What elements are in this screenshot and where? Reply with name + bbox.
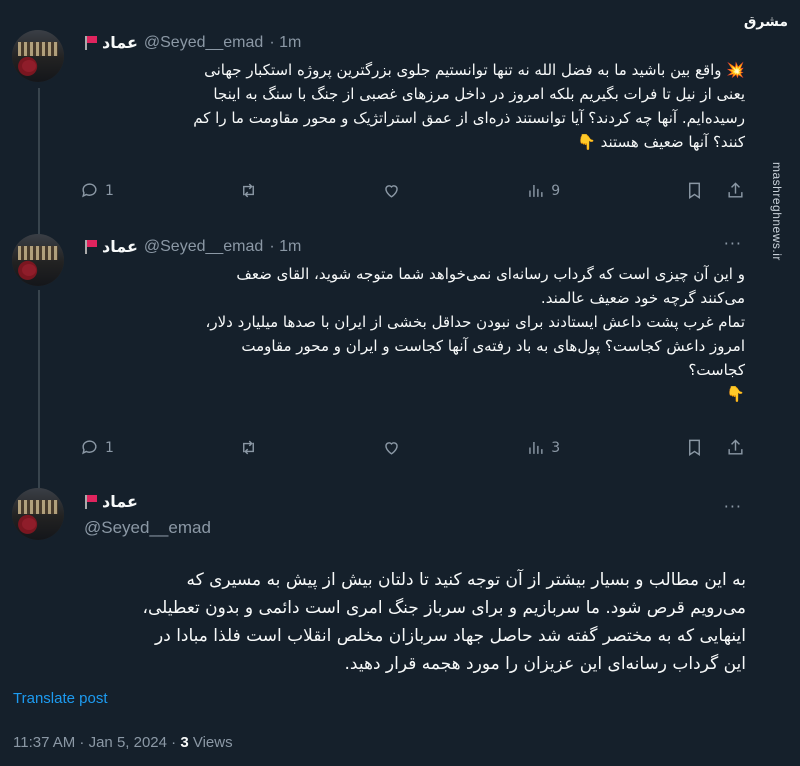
bookmark-icon [689, 439, 700, 456]
watermark: مشرق mashreghnews.ir [744, 0, 794, 766]
author-name[interactable]: عماد [102, 237, 138, 256]
like-icon [385, 185, 399, 198]
translate-link[interactable]: Translate post [13, 690, 108, 707]
author-handle[interactable]: @Seyed__emad [144, 238, 263, 256]
tweet-time[interactable]: · 1m [269, 238, 301, 256]
bookmark-button[interactable] [685, 181, 745, 200]
tweet-meta: 11:37 AM · Jan 5, 2024 · 3 Views [13, 734, 233, 751]
reply-icon [82, 440, 97, 455]
views-icon [529, 184, 543, 197]
share-icon[interactable] [726, 438, 745, 457]
views-icon [529, 441, 543, 454]
views-count: 3 [551, 439, 561, 456]
tweet-time[interactable]: · 1m [269, 34, 301, 52]
avatar[interactable] [12, 488, 64, 540]
tweet-header: عماد [84, 492, 138, 511]
flag-icon [84, 494, 97, 509]
reply-count: 1 [105, 439, 114, 456]
tweet-text: به این مطالب و بسیار بیشتر از آن توجه کن… [142, 570, 746, 674]
thread-line [38, 290, 40, 490]
more-icon[interactable]: ··· [724, 234, 742, 253]
flag-icon [84, 239, 97, 254]
like-button[interactable] [382, 438, 401, 457]
reply-button[interactable]: 1 [80, 438, 114, 457]
retweet-button[interactable] [239, 438, 258, 457]
bookmark-icon [689, 182, 700, 199]
reply-count: 1 [105, 182, 114, 199]
tweet-header: عماد @Seyed__emad · 1m [84, 33, 301, 52]
like-icon [385, 442, 399, 455]
views-button[interactable]: 3 [526, 438, 560, 457]
like-button[interactable] [382, 181, 401, 200]
tweet-text: 💥 واقع بین باشید ما به فضل الله نه تنها … [193, 61, 745, 151]
views-label: Views [192, 734, 233, 751]
author-name[interactable]: عماد [102, 33, 138, 52]
more-icon[interactable]: ··· [724, 497, 742, 516]
watermark-logo: مشرق [743, 14, 788, 30]
tweet-header: عماد @Seyed__emad · 1m [84, 237, 301, 256]
author-name[interactable]: عماد [102, 492, 138, 511]
views-count: 9 [551, 182, 561, 199]
retweet-icon [242, 440, 254, 455]
share-icon[interactable] [726, 181, 745, 200]
avatar[interactable] [12, 30, 64, 82]
retweet-button[interactable] [239, 181, 258, 200]
author-handle[interactable]: @Seyed__emad [84, 518, 211, 538]
author-handle[interactable]: @Seyed__emad [144, 34, 263, 52]
watermark-url: mashreghnews.ir [770, 162, 784, 261]
views-count: 3 [180, 734, 189, 751]
tweet-actions: 1 9 [80, 181, 745, 200]
tweet-timestamp[interactable]: 11:37 AM · Jan 5, 2024 · [13, 734, 176, 751]
reply-button[interactable]: 1 [80, 181, 114, 200]
flag-icon [84, 35, 97, 50]
thread-line [38, 88, 40, 236]
avatar[interactable] [12, 234, 64, 286]
retweet-icon [242, 183, 254, 198]
views-button[interactable]: 9 [526, 181, 560, 200]
tweet-actions: 1 3 [80, 438, 745, 457]
reply-icon [82, 183, 97, 198]
bookmark-button[interactable] [685, 438, 745, 457]
tweet-text: و این آن چیزی است که گرداب رسانه‌ای نمی‌… [205, 265, 745, 403]
